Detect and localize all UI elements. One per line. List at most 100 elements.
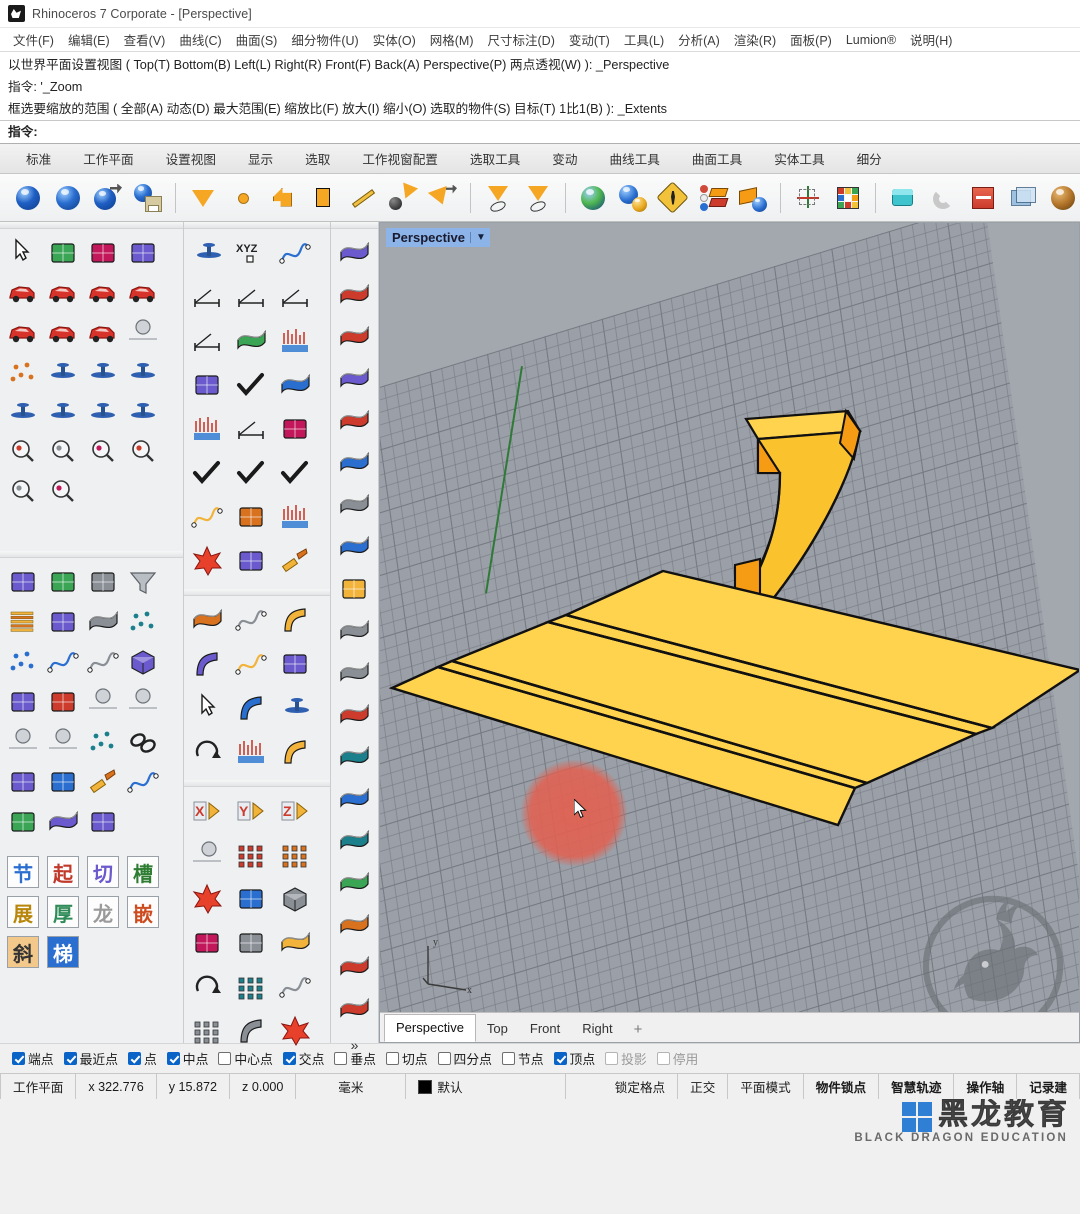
sphere-pattern-icon[interactable] [231, 879, 275, 923]
save-viewport-icon[interactable] [123, 233, 163, 273]
select-all-icon[interactable] [3, 562, 43, 602]
panel-grip-mid-top[interactable] [184, 222, 330, 229]
overflow-chevron-icon[interactable]: » [331, 1035, 378, 1053]
mesh-from-surface-icon[interactable] [334, 611, 376, 653]
invert-selection-icon[interactable] [83, 562, 123, 602]
section-lines-icon[interactable] [231, 497, 275, 541]
histogram-icon[interactable] [275, 497, 319, 541]
split-edge-icon[interactable] [334, 905, 376, 947]
zoom-target-icon[interactable] [123, 433, 163, 473]
osnap-end[interactable]: 端点 [8, 1048, 58, 1069]
status-grid-snap[interactable]: 锁定格点 [603, 1074, 679, 1099]
select-spiral-icon[interactable] [43, 642, 83, 682]
panel-grip-mid-2[interactable] [184, 589, 330, 596]
camera-zoom-icon[interactable] [521, 181, 555, 215]
osnap-project-checkbox[interactable] [605, 1052, 619, 1065]
curve-deviation-icon[interactable] [187, 497, 231, 541]
select-grid-points-3-icon[interactable] [3, 722, 43, 762]
save-model-icon[interactable] [131, 181, 165, 215]
zoom-extents-icon[interactable] [3, 473, 43, 513]
distance-icon[interactable] [187, 277, 231, 321]
unfold-surface-icon[interactable] [334, 989, 376, 1031]
menu-help[interactable]: 说明(H) [903, 28, 959, 51]
project-to-cplane-icon[interactable] [275, 688, 319, 732]
back-car-icon[interactable] [83, 273, 123, 313]
arrow-move-icon[interactable] [187, 688, 231, 732]
menu-tools[interactable]: 工具(L) [617, 28, 671, 51]
smooth-curve-icon[interactable] [231, 600, 275, 644]
select-uv-icon[interactable] [3, 762, 43, 802]
walk-mode-icon[interactable] [656, 180, 690, 215]
panel-grip-mid-3[interactable] [184, 780, 330, 787]
menu-analyze[interactable]: 分析(A) [671, 28, 727, 51]
tool-long[interactable]: 龙 [83, 892, 123, 932]
remove-trim-icon[interactable] [334, 779, 376, 821]
osnap-disable-checkbox[interactable] [656, 1052, 670, 1065]
save-as-icon[interactable] [91, 181, 125, 215]
cone-view-icon[interactable] [186, 181, 220, 215]
osnap-project[interactable]: 投影 [601, 1048, 651, 1069]
zoom-previous-icon[interactable] [43, 473, 83, 513]
merge-edge-icon[interactable] [334, 947, 376, 989]
select-points-icon[interactable] [123, 602, 163, 642]
radius-icon[interactable] [275, 277, 319, 321]
osnap-mid-checkbox[interactable] [166, 1052, 180, 1065]
open-model-icon[interactable] [51, 181, 85, 215]
orient-perp-icon[interactable] [187, 923, 231, 967]
new-model-icon[interactable] [11, 181, 45, 215]
tab-surface-tools[interactable]: 曲面工具 [676, 144, 758, 173]
radius-arc-icon[interactable] [187, 321, 231, 365]
join-surface-icon[interactable] [334, 401, 376, 443]
select-curve-icon[interactable] [83, 642, 123, 682]
camera-pan-icon[interactable] [481, 181, 515, 215]
point-icon[interactable] [226, 181, 260, 215]
select-control-points-icon[interactable] [83, 722, 123, 762]
unroll-surface-icon[interactable] [334, 527, 376, 569]
status-smarttrack[interactable]: 智慧轨迹 [879, 1074, 955, 1099]
array-grid-icon[interactable] [187, 835, 231, 879]
select-mesh-icon[interactable] [43, 802, 83, 842]
plane-left-icon[interactable] [43, 393, 83, 433]
menu-dimension[interactable]: 尺寸标注(D) [481, 28, 562, 51]
orient-360-icon[interactable] [187, 732, 231, 776]
rebuild-surface-icon[interactable] [334, 443, 376, 485]
zoom-window-icon[interactable] [3, 433, 43, 473]
tab-standard[interactable]: 标准 [10, 144, 67, 173]
perspective-viewport[interactable]: y x Perspective ▼ Perspective Top Front Rig… [379, 222, 1080, 1043]
osnap-disable[interactable]: 停用 [653, 1048, 703, 1069]
mirror-x-icon[interactable]: X [187, 791, 231, 835]
surface-patch-icon[interactable] [334, 317, 376, 359]
tab-set-view[interactable]: 设置视图 [150, 144, 232, 173]
smash-icon[interactable] [275, 1011, 319, 1055]
shear-icon[interactable] [275, 732, 319, 776]
plane-right-icon[interactable] [123, 353, 163, 393]
cplane-cube-icon[interactable] [831, 181, 865, 215]
solid-pipe-icon[interactable] [926, 181, 960, 215]
loft-curve-icon[interactable] [334, 233, 376, 275]
bend-icon[interactable] [187, 644, 231, 688]
solid-offset-icon[interactable] [1006, 181, 1040, 215]
paint-tool-icon[interactable] [275, 541, 319, 585]
osnap-quad-checkbox[interactable] [437, 1052, 451, 1065]
osnap-tan-checkbox[interactable] [385, 1052, 399, 1065]
select-extrusion-icon[interactable] [43, 762, 83, 802]
blend-surface-icon[interactable] [334, 359, 376, 401]
tool-qian[interactable]: 嵌 [123, 892, 163, 932]
status-units[interactable]: 毫米 [296, 1074, 407, 1099]
twist-icon[interactable] [231, 688, 275, 732]
status-gumball[interactable]: 操作轴 [954, 1074, 1018, 1099]
zoom-corner-icon[interactable] [266, 181, 300, 215]
select-circle-icon[interactable] [3, 682, 43, 722]
edge-analysis-icon[interactable] [275, 409, 319, 453]
array-polar-icon[interactable] [275, 835, 319, 879]
continuity-icon[interactable] [187, 365, 231, 409]
plane-front-icon[interactable] [83, 353, 123, 393]
graph-deform-icon[interactable] [231, 732, 275, 776]
select-point-cloud-icon[interactable] [3, 642, 43, 682]
viewport-tab-right[interactable]: Right [571, 1016, 623, 1042]
taper-icon[interactable] [275, 600, 319, 644]
tab-viewport-layout[interactable]: 工作视窗配置 [346, 144, 454, 173]
tool-xie[interactable]: 斜 [3, 932, 43, 972]
osnap-cen-checkbox[interactable] [218, 1052, 232, 1065]
offset-surface-icon[interactable] [275, 923, 319, 967]
